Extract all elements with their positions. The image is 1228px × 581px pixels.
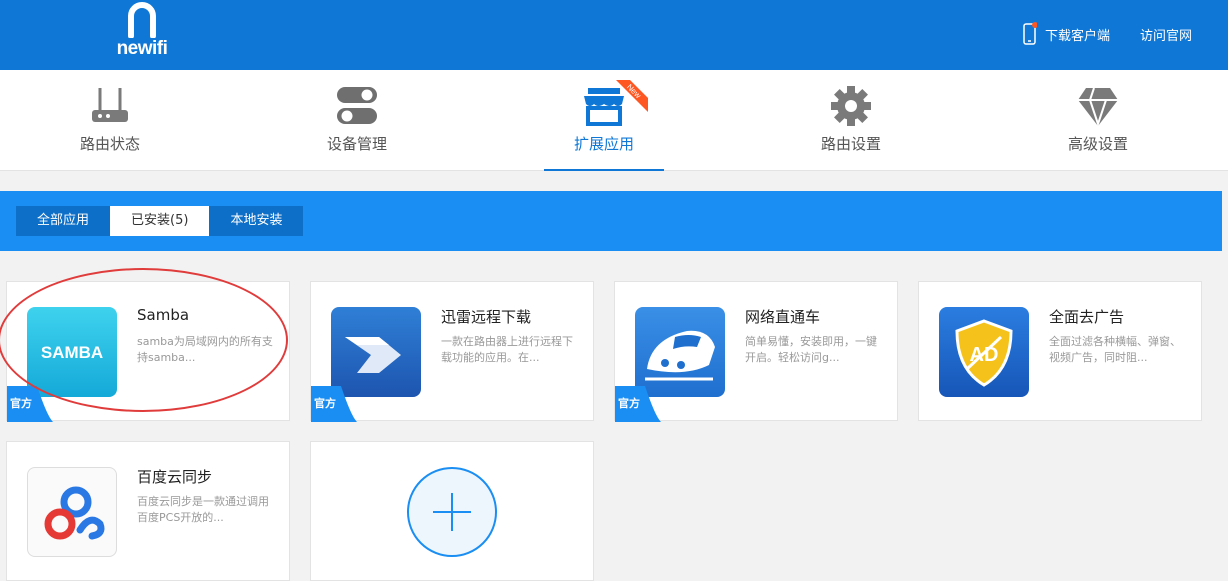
app-tabs: 全部应用 已安装(5) 本地安装 (16, 206, 304, 236)
xunlei-icon (331, 307, 421, 397)
logo-text: newifi (116, 38, 168, 59)
official-badge: 官方 (311, 386, 357, 422)
download-client-link[interactable]: 下载客户端 (1023, 22, 1110, 46)
baidu-cloud-icon (27, 467, 117, 557)
app-card-adblock[interactable]: AD 全面去广告 全面过滤各种横幅、弹窗、视频广告，同时阻... (918, 281, 1202, 421)
tab-installed[interactable]: 已安装(5) (110, 206, 210, 236)
router-icon (90, 84, 130, 128)
nav-item-extensions[interactable]: New 扩展应用 (544, 70, 664, 171)
app-desc: 全面过滤各种横幅、弹窗、视频广告，同时阻... (1049, 335, 1181, 364)
nav-item-device-management[interactable]: 设备管理 (297, 70, 417, 171)
phone-icon (1023, 22, 1038, 46)
tab-all-apps[interactable]: 全部应用 (16, 206, 111, 236)
app-card-baidu-sync[interactable]: 百度云同步 百度云同步是一款通过调用百度PCS开放的... (6, 441, 290, 581)
nav-label: 路由状态 (79, 135, 140, 153)
official-badge-label: 官方 (314, 397, 336, 410)
app-name: 百度云同步 (137, 468, 213, 486)
add-app-card[interactable] (310, 441, 594, 581)
app-card-xunlei[interactable]: 迅雷远程下载 一款在路由器上进行远程下载功能的应用。在... 官方 (310, 281, 594, 422)
gear-icon (831, 84, 871, 128)
nav-label: 路由设置 (820, 135, 881, 153)
app-desc: 简单易懂，安装即用，一键开启。轻松访问g... (745, 335, 877, 364)
app-name: 全面去广告 (1049, 308, 1125, 326)
adblock-shield-icon: AD (939, 307, 1029, 397)
app-name: Samba (137, 306, 190, 324)
official-badge: 官方 (615, 386, 661, 422)
samba-icon-text: SAMBA (41, 343, 103, 362)
diamond-icon (1078, 84, 1118, 128)
official-badge-label: 官方 (618, 397, 640, 410)
tab-bar: 全部应用 已安装(5) 本地安装 (0, 191, 1222, 251)
app-name: 网络直通车 (745, 308, 821, 326)
download-client-label: 下载客户端 (1044, 28, 1110, 44)
app-card-samba[interactable]: SAMBA Samba samba为局域网内的所有支持samba... 官方 (6, 281, 290, 422)
new-badge-icon: New (616, 80, 648, 112)
top-links: 下载客户端 访问官网 (1023, 22, 1192, 46)
app-desc: samba为局域网内的所有支持samba... (137, 335, 273, 364)
official-site-link[interactable]: 访问官网 (1140, 25, 1192, 44)
nav-label: 扩展应用 (573, 135, 634, 153)
tab-local-install[interactable]: 本地安装 (209, 206, 304, 236)
nav-label: 设备管理 (326, 135, 387, 153)
nav-label: 高级设置 (1067, 135, 1128, 153)
main-nav: 路由状态 设备管理 New 扩展应用 路由设置 高级设置 (0, 70, 1228, 171)
nav-item-router-status[interactable]: 路由状态 (50, 70, 170, 171)
plus-icon (433, 493, 471, 531)
official-badge: 官方 (7, 386, 53, 422)
nav-item-router-settings[interactable]: 路由设置 (791, 70, 911, 171)
train-icon (635, 307, 725, 397)
app-name: 迅雷远程下载 (441, 308, 532, 326)
add-app-button[interactable] (407, 467, 497, 557)
app-desc: 一款在路由器上进行远程下载功能的应用。在... (441, 335, 573, 364)
app-card-network-express[interactable]: 网络直通车 简单易懂，安装即用，一键开启。轻松访问g... 官方 (614, 281, 898, 422)
toggles-icon (337, 84, 377, 128)
samba-icon: SAMBA (27, 307, 117, 397)
app-desc: 百度云同步是一款通过调用百度PCS开放的... (137, 495, 269, 524)
official-badge-label: 官方 (10, 397, 32, 410)
logo-mark-icon (128, 2, 156, 38)
newifi-logo[interactable]: newifi (110, 2, 174, 60)
nav-item-advanced-settings[interactable]: 高级设置 (1038, 70, 1158, 171)
top-header: newifi 下载客户端 访问官网 (0, 0, 1228, 70)
